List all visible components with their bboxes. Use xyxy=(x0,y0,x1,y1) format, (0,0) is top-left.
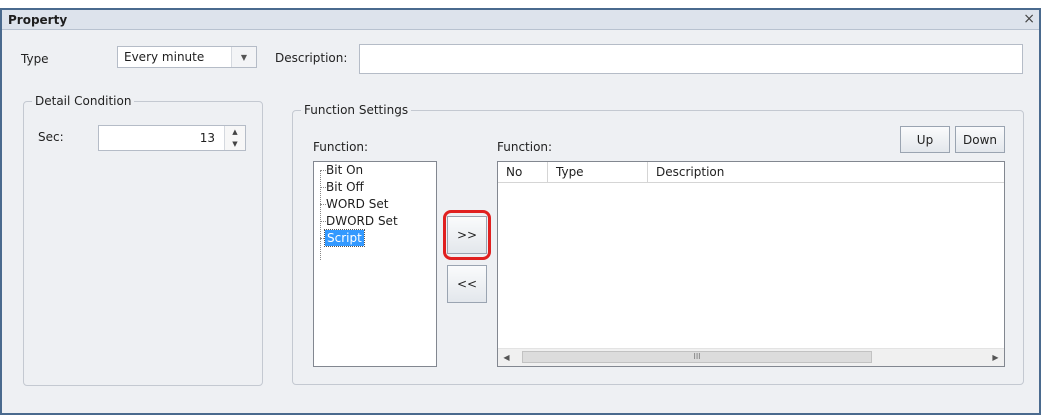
highlight-annotation xyxy=(443,210,491,260)
scroll-thumb[interactable]: III xyxy=(522,351,872,363)
description-field[interactable] xyxy=(359,44,1023,74)
tree-item-bit-off[interactable]: Bit Off xyxy=(326,179,364,195)
selected-function-label: Function: xyxy=(497,140,553,154)
scroll-right-icon[interactable]: ▶ xyxy=(987,349,1004,366)
tree-item-word-set[interactable]: WORD Set xyxy=(326,196,388,212)
type-dropdown[interactable]: Every minute ▼ xyxy=(117,46,257,68)
tree-connector xyxy=(320,170,321,260)
function-settings-legend: Function Settings xyxy=(304,103,409,117)
description-label: Description: xyxy=(275,51,348,65)
tree-item-dword-set[interactable]: DWORD Set xyxy=(326,213,398,229)
tree-item-script[interactable]: Script xyxy=(324,229,365,247)
column-header-no[interactable]: No xyxy=(498,162,548,182)
list-header: No Type Description xyxy=(498,162,1004,183)
close-icon[interactable]: × xyxy=(1023,11,1035,27)
function-list-view[interactable]: No Type Description ◀ III ▶ xyxy=(497,161,1005,367)
tree-item-bit-on[interactable]: Bit On xyxy=(326,162,363,178)
sec-stepper[interactable]: 13 ▲ ▼ xyxy=(98,125,246,151)
window-title: Property xyxy=(8,13,68,27)
title-bar: Property × xyxy=(2,10,1039,30)
remove-function-button[interactable]: << xyxy=(447,265,487,303)
detail-condition-legend: Detail Condition xyxy=(35,94,132,108)
available-function-label: Function: xyxy=(313,140,369,154)
type-dropdown-value: Every minute xyxy=(124,50,205,64)
spin-up-icon[interactable]: ▲ xyxy=(225,126,245,138)
function-tree[interactable]: Bit On Bit Off WORD Set DWORD Set Script xyxy=(313,161,437,367)
sec-label: Sec: xyxy=(38,130,64,144)
horizontal-scrollbar[interactable]: ◀ III ▶ xyxy=(498,348,1004,366)
column-header-type[interactable]: Type xyxy=(548,162,648,182)
column-header-description[interactable]: Description xyxy=(648,162,1004,182)
up-button[interactable]: Up xyxy=(900,126,950,153)
type-label: Type xyxy=(21,52,49,66)
sec-value: 13 xyxy=(199,131,215,145)
down-button[interactable]: Down xyxy=(955,126,1005,153)
scroll-left-icon[interactable]: ◀ xyxy=(498,349,515,366)
chevron-down-icon[interactable]: ▼ xyxy=(231,47,256,67)
spin-down-icon[interactable]: ▼ xyxy=(225,138,245,150)
